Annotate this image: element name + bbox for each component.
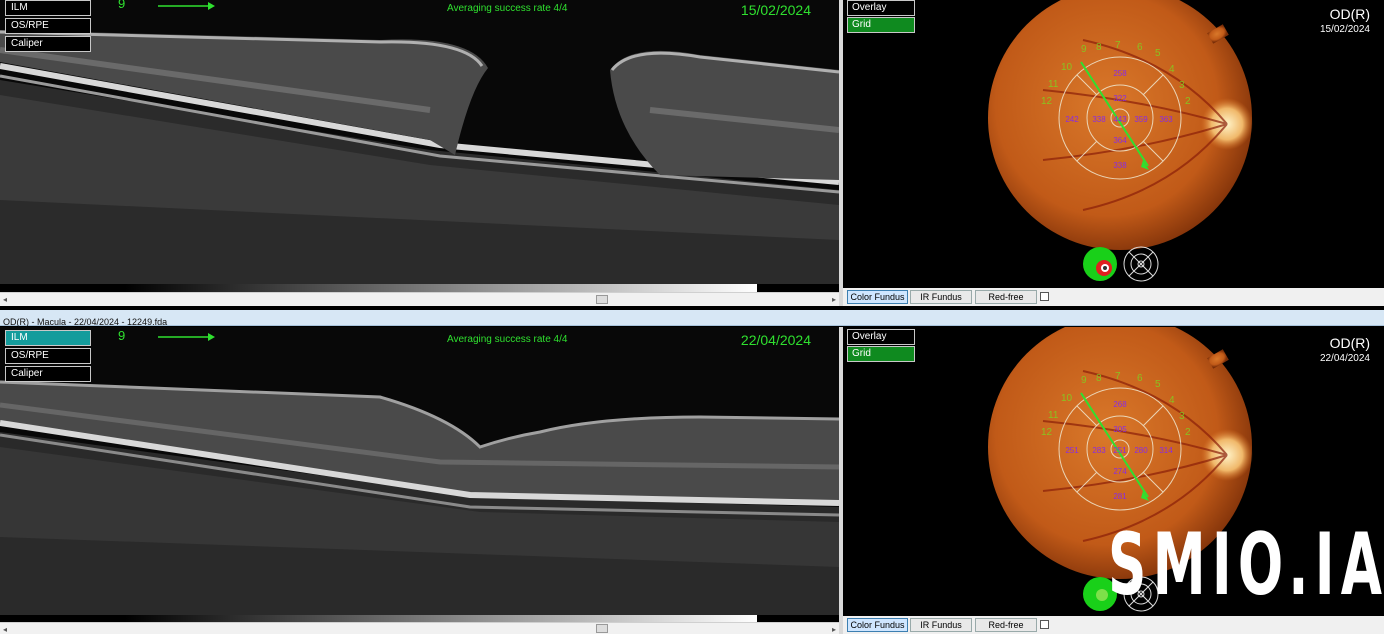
slice-number: 9: [118, 328, 126, 343]
scroll-thumb[interactable]: [596, 624, 608, 633]
horizontal-scrollbar-bottom[interactable]: ◂ ▸: [0, 622, 839, 634]
clock-hour: 7: [1115, 371, 1121, 382]
window-title: OD(R) - Macula - 22/04/2024 - 12249.fda: [3, 317, 168, 327]
grid-value: 280: [1134, 446, 1148, 455]
slice-number: 9: [118, 0, 126, 11]
grid-value: 314: [1159, 446, 1173, 455]
clock-hour: 4: [1169, 395, 1175, 406]
grid-button[interactable]: Grid: [847, 346, 915, 362]
grid-value: 338: [1092, 115, 1106, 124]
red-free-tab[interactable]: Red-free: [975, 618, 1037, 632]
watermark-logo: SMIO.IA: [1108, 515, 1384, 615]
eye-side: OD(R): [1329, 6, 1370, 22]
clock-hour: 3: [1179, 80, 1185, 91]
grid-value: 251: [1065, 446, 1079, 455]
window-titlebar: OD(R) - Macula - 22/04/2024 - 12249.fda: [0, 310, 1384, 327]
clock-hour: 5: [1155, 48, 1161, 59]
grid-value: 274: [1113, 467, 1127, 476]
ir-fundus-tab[interactable]: IR Fundus: [910, 290, 972, 304]
oct-bscan-bottom[interactable]: ILM OS/RPE Caliper 9 Averaging success r…: [0, 327, 839, 615]
color-fundus-tab[interactable]: Color Fundus: [847, 618, 908, 632]
grid-value: 242: [1065, 115, 1079, 124]
layer-buttons-bottom: ILM OS/RPE Caliper: [5, 330, 91, 384]
ilm-button[interactable]: ILM: [5, 0, 91, 16]
fundus-tabs-top: Color Fundus IR Fundus Red-free: [843, 288, 1384, 306]
oct-scan-image-bottom: [0, 327, 839, 615]
grid-value: 359: [1134, 115, 1148, 124]
fundus-panel-top[interactable]: 258 322 242 338 443 359 363 364 338 9 8 …: [843, 0, 1384, 286]
clock-hour: 10: [1061, 62, 1073, 73]
os-rpe-button[interactable]: OS/RPE: [5, 348, 91, 364]
grid-value: 268: [1113, 400, 1127, 409]
scroll-right-icon[interactable]: ▸: [832, 295, 836, 304]
scan-date: 22/04/2024: [740, 332, 811, 348]
color-fundus-tab[interactable]: Color Fundus: [847, 290, 908, 304]
grid-value: 251: [1113, 446, 1127, 455]
option-checkbox[interactable]: [1040, 620, 1049, 629]
oct-viewer: ILM OS/RPE Caliper 9 Averaging success r…: [0, 0, 1384, 634]
overlay-button[interactable]: Overlay: [847, 0, 915, 16]
overlay-button[interactable]: Overlay: [847, 329, 915, 345]
clock-hour: 4: [1169, 64, 1175, 75]
os-rpe-button[interactable]: OS/RPE: [5, 18, 91, 34]
clock-hour: 9: [1081, 375, 1087, 386]
grid-value: 363: [1159, 115, 1173, 124]
averaging-rate: Averaging success rate 4/4: [447, 334, 568, 345]
grid-value: 364: [1113, 136, 1127, 145]
clock-hour: 3: [1179, 411, 1185, 422]
ilm-button[interactable]: ILM: [5, 330, 91, 346]
grid-value: 443: [1113, 115, 1127, 124]
caliper-button[interactable]: Caliper: [5, 366, 91, 382]
etdrs-grid-thumbnail-icon[interactable]: [1123, 246, 1159, 282]
scroll-thumb[interactable]: [596, 295, 608, 304]
grid-value: 322: [1113, 94, 1127, 103]
clock-hour: 11: [1048, 410, 1059, 421]
horizontal-scrollbar-top[interactable]: ◂ ▸: [0, 292, 839, 306]
clock-hour: 6: [1137, 373, 1143, 384]
option-checkbox[interactable]: [1040, 292, 1049, 301]
scan-direction-arrow-icon: [158, 2, 215, 10]
grid-value: 283: [1092, 446, 1106, 455]
eye-date: 22/04/2024: [1319, 353, 1370, 364]
eye-label-top: OD(R) 15/02/2024: [1320, 6, 1370, 35]
grid-value: 305: [1113, 425, 1127, 434]
thickness-map-thumbnail[interactable]: [1083, 247, 1117, 281]
clock-hour: 6: [1137, 42, 1143, 53]
grid-value: 258: [1113, 69, 1127, 78]
clock-hour: 12: [1041, 96, 1053, 107]
clock-hour: 7: [1115, 40, 1121, 51]
clock-hour: 2: [1185, 427, 1191, 438]
ir-fundus-tab[interactable]: IR Fundus: [910, 618, 972, 632]
grid-value: 338: [1113, 161, 1127, 170]
clock-hour: 8: [1096, 42, 1102, 53]
averaging-rate: Averaging success rate 4/4: [447, 3, 568, 14]
grayscale-bar-top: [125, 284, 757, 292]
clock-hour: 8: [1096, 373, 1102, 384]
red-free-tab[interactable]: Red-free: [975, 290, 1037, 304]
layer-buttons-top: ILM OS/RPE Caliper: [5, 0, 91, 54]
clock-hour: 11: [1048, 79, 1059, 90]
eye-date: 15/02/2024: [1319, 24, 1370, 35]
clock-hour: 5: [1155, 379, 1161, 390]
grid-button[interactable]: Grid: [847, 17, 915, 33]
clock-hour: 2: [1185, 96, 1191, 107]
clock-hour: 9: [1081, 44, 1087, 55]
oct-bscan-top[interactable]: ILM OS/RPE Caliper 9 Averaging success r…: [0, 0, 839, 284]
scroll-left-icon[interactable]: ◂: [3, 295, 7, 304]
eye-label-bottom: OD(R) 22/04/2024: [1320, 335, 1370, 364]
oct-scan-image-top: [0, 0, 839, 284]
clock-hour: 10: [1061, 393, 1073, 404]
caliper-button[interactable]: Caliper: [5, 36, 91, 52]
clock-hour: 12: [1041, 427, 1053, 438]
fundus-tabs-bottom: Color Fundus IR Fundus Red-free: [843, 616, 1384, 634]
scroll-left-icon[interactable]: ◂: [3, 625, 7, 634]
eye-side: OD(R): [1329, 335, 1370, 351]
grid-value: 281: [1113, 492, 1127, 501]
fundus-image-top: 258 322 242 338 443 359 363 364 338 9 8 …: [988, 0, 1253, 282]
scan-direction-arrow-icon: [158, 333, 215, 341]
scan-date: 15/02/2024: [740, 2, 811, 18]
scroll-right-icon[interactable]: ▸: [832, 625, 836, 634]
